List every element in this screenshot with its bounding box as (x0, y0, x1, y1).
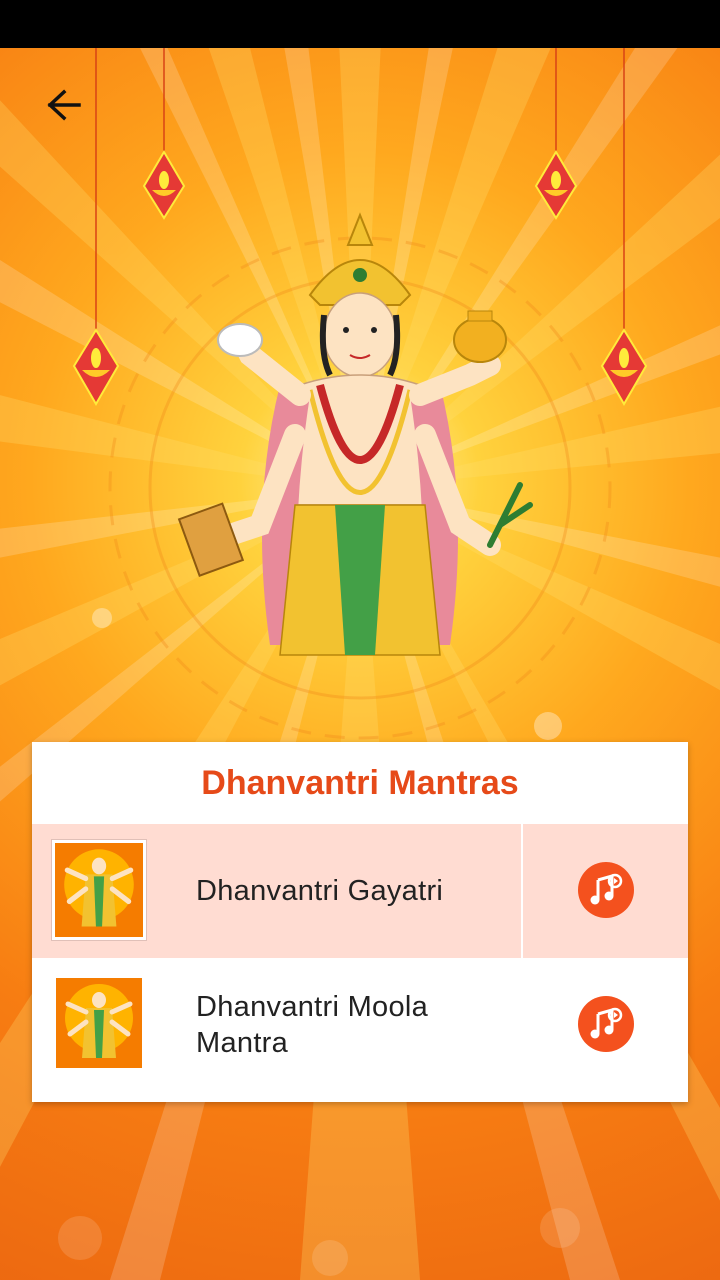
divider (521, 824, 523, 958)
mantra-list-card: Dhanvantri Mantras Dhanvantri Gayatri Dh… (32, 742, 688, 1102)
list-item-dhanvantri-moola-mantra[interactable]: Dhanvantri Moola Mantra (32, 958, 688, 1092)
hanging-lamp-icon (142, 48, 186, 220)
hanging-lamp-icon (534, 48, 578, 220)
mantra-thumbnail (56, 978, 142, 1068)
hanging-lamp-icon (72, 48, 120, 406)
status-bar (0, 0, 720, 48)
card-title: Dhanvantri Mantras (201, 763, 519, 802)
music-note-icon (590, 1007, 623, 1039)
play-audio-button[interactable] (578, 996, 634, 1052)
list-item-dhanvantri-gayatri[interactable]: Dhanvantri Gayatri (32, 824, 688, 958)
hanging-lamp-icon (600, 48, 648, 406)
music-note-icon (590, 873, 623, 905)
mantra-title: Dhanvantri Gayatri (196, 875, 444, 907)
mantra-thumbnail (52, 840, 146, 940)
mantra-title: Dhanvantri Moola Mantra (196, 991, 429, 1059)
dhanvantri-illustration (177, 212, 533, 656)
play-audio-button[interactable] (578, 862, 634, 918)
app-screen: Dhanvantri Mantras Dhanvantri Gayatri Dh… (0, 0, 720, 1280)
